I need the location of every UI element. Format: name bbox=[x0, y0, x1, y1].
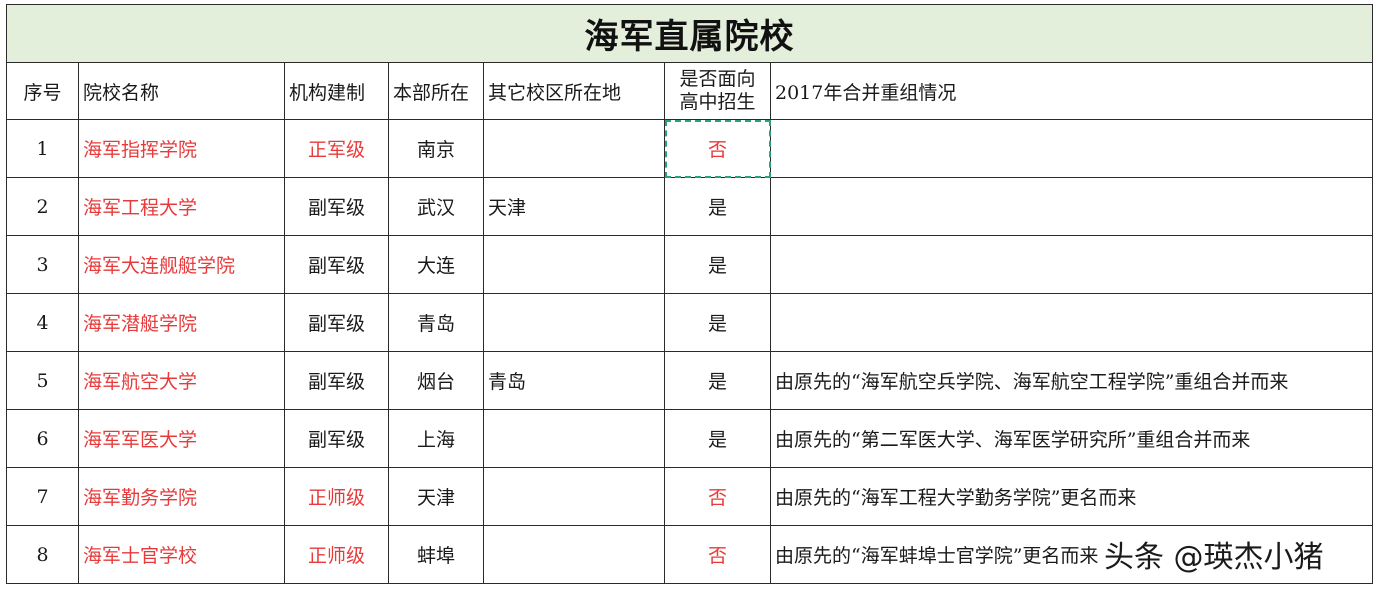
header-no[interactable]: 序号 bbox=[6, 62, 79, 120]
table-row: 5 海军航空大学 副军级 烟台 青岛是由原先的“海军航空兵学院、海军航空工程学院”重组合… bbox=[6, 351, 1374, 410]
cell-name[interactable]: 海军勤务学院 bbox=[78, 467, 285, 526]
cell-note[interactable] bbox=[769, 119, 1374, 178]
table-body: 1 海军指挥学院 正军级 南京否 2 海军工程大学 副军级 武汉 天津是 3 海军大连舰艇学院 副军级… bbox=[6, 119, 1374, 584]
cell-recruit[interactable]: 是 bbox=[664, 409, 771, 468]
cell-other[interactable] bbox=[483, 235, 665, 294]
title-row: 海军直属院校 bbox=[5, 4, 1374, 63]
cell-name[interactable]: 海军士官学校 bbox=[78, 525, 285, 584]
cell-recruit[interactable]: 是 bbox=[664, 293, 771, 352]
table-row: 1 海军指挥学院 正军级 南京 否 bbox=[6, 119, 1374, 178]
cell-recruit[interactable]: 是 bbox=[664, 351, 771, 410]
cell-recruit[interactable]: 否 bbox=[664, 467, 771, 526]
cell-recruit[interactable]: 是 bbox=[664, 235, 771, 294]
cell-other[interactable]: 天津 bbox=[483, 177, 665, 236]
cell-no[interactable]: 6 bbox=[6, 409, 79, 468]
cell-note[interactable]: 由原先的“第二军医大学、海军医学研究所”重组合并而来 bbox=[769, 409, 1374, 468]
cell-level[interactable]: 副军级 bbox=[284, 351, 389, 410]
table-row: 4 海军潜艇学院 副军级 青岛 是 bbox=[6, 293, 1374, 352]
cell-name[interactable]: 海军航空大学 bbox=[78, 351, 285, 410]
cell-hq[interactable]: 蚌埠 bbox=[388, 525, 484, 584]
cell-no[interactable]: 4 bbox=[6, 293, 79, 352]
table-row: 6 海军军医大学 副军级 上海 是由原先的“第二军医大学、海军医学研究所”重组合并而来 bbox=[6, 409, 1374, 468]
cell-hq[interactable]: 上海 bbox=[388, 409, 484, 468]
header-hq[interactable]: 本部所在 bbox=[388, 62, 484, 120]
cell-hq[interactable]: 南京 bbox=[388, 119, 484, 178]
header-level[interactable]: 机构建制 bbox=[284, 62, 389, 120]
cell-no[interactable]: 3 bbox=[6, 235, 79, 294]
cell-note[interactable] bbox=[769, 177, 1374, 236]
header-recruit-line1: 是否面向 bbox=[679, 68, 756, 90]
header-name[interactable]: 院校名称 bbox=[78, 62, 285, 120]
header-recruit-line2: 高中招生 bbox=[679, 91, 756, 113]
cell-other[interactable] bbox=[483, 293, 665, 352]
cell-hq[interactable]: 武汉 bbox=[388, 177, 484, 236]
cell-name[interactable]: 海军军医大学 bbox=[78, 409, 285, 468]
cell-other[interactable] bbox=[483, 525, 665, 584]
cell-level[interactable]: 正师级 bbox=[284, 525, 389, 584]
cell-note[interactable]: 由原先的“海军工程大学勤务学院”更名而来 bbox=[769, 467, 1374, 526]
table-row: 3 海军大连舰艇学院 副军级 大连 是 bbox=[6, 235, 1374, 294]
spreadsheet-table: 海军直属院校 序号 院校名称 机构建制 本部所在 其它校区所在地 是否面向 高中… bbox=[5, 4, 1374, 584]
watermark: 头条 @瑛杰小猪 bbox=[1104, 540, 1324, 575]
cell-name[interactable]: 海军工程大学 bbox=[78, 177, 285, 236]
cell-name[interactable]: 海军指挥学院 bbox=[78, 119, 285, 178]
cell-hq[interactable]: 青岛 bbox=[388, 293, 484, 352]
table-row: 2 海军工程大学 副军级 武汉 天津是 bbox=[6, 177, 1374, 236]
header-other[interactable]: 其它校区所在地 bbox=[483, 62, 665, 120]
cell-name[interactable]: 海军大连舰艇学院 bbox=[78, 235, 285, 294]
header-row: 序号 院校名称 机构建制 本部所在 其它校区所在地 是否面向 高中招生 2017… bbox=[6, 62, 1374, 120]
cell-note[interactable] bbox=[769, 293, 1374, 352]
cell-no[interactable]: 8 bbox=[6, 525, 79, 584]
cell-other[interactable] bbox=[483, 409, 665, 468]
cell-hq[interactable]: 天津 bbox=[388, 467, 484, 526]
cell-no[interactable]: 2 bbox=[6, 177, 79, 236]
cell-name[interactable]: 海军潜艇学院 bbox=[78, 293, 285, 352]
cell-recruit[interactable]: 否 bbox=[664, 119, 771, 178]
cell-recruit[interactable]: 否 bbox=[664, 525, 771, 584]
cell-hq[interactable]: 烟台 bbox=[388, 351, 484, 410]
cell-other[interactable] bbox=[483, 119, 665, 178]
sheet-title[interactable]: 海军直属院校 bbox=[5, 4, 1374, 63]
cell-no[interactable]: 7 bbox=[6, 467, 79, 526]
header-note[interactable]: 2017年合并重组情况 bbox=[769, 62, 1374, 120]
cell-level[interactable]: 副军级 bbox=[284, 293, 389, 352]
cell-no[interactable]: 5 bbox=[6, 351, 79, 410]
cell-recruit[interactable]: 是 bbox=[664, 177, 771, 236]
table-row: 7 海军勤务学院 正师级 天津 否由原先的“海军工程大学勤务学院”更名而来 bbox=[6, 467, 1374, 526]
cell-level[interactable]: 正军级 bbox=[284, 119, 389, 178]
cell-hq[interactable]: 大连 bbox=[388, 235, 484, 294]
cell-other[interactable] bbox=[483, 467, 665, 526]
cell-note[interactable] bbox=[769, 235, 1374, 294]
cell-other[interactable]: 青岛 bbox=[483, 351, 665, 410]
cell-level[interactable]: 副军级 bbox=[284, 409, 389, 468]
cell-no[interactable]: 1 bbox=[6, 119, 79, 178]
cell-level[interactable]: 正师级 bbox=[284, 467, 389, 526]
header-recruit[interactable]: 是否面向 高中招生 bbox=[664, 62, 771, 120]
cell-note[interactable]: 由原先的“海军航空兵学院、海军航空工程学院”重组合并而来 bbox=[769, 351, 1374, 410]
cell-level[interactable]: 副军级 bbox=[284, 235, 389, 294]
cell-level[interactable]: 副军级 bbox=[284, 177, 389, 236]
